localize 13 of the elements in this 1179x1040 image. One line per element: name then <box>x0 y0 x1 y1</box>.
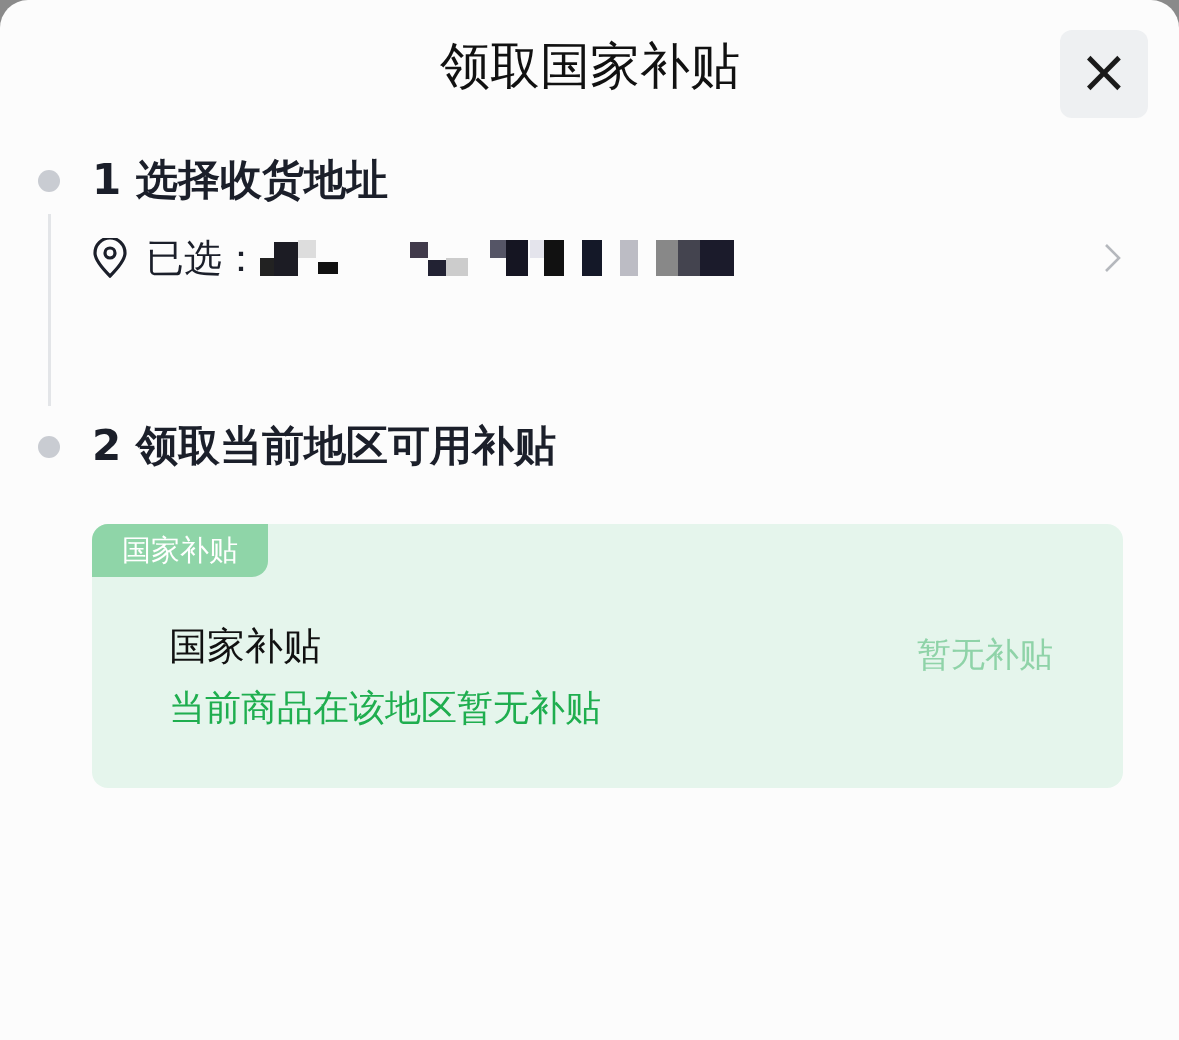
card-message: 当前商品在该地区暂无补贴 <box>169 686 602 730</box>
step-dot <box>38 170 60 192</box>
close-button[interactable]: × <box>1060 30 1148 118</box>
selected-address: 已选： <box>146 234 260 282</box>
step-dot <box>38 436 60 458</box>
subsidy-status: 暂无补贴 <box>917 633 1053 676</box>
card-title: 国家补贴 <box>169 623 322 670</box>
step-title: 1 选择收货地址 <box>92 154 389 206</box>
card-tag: 国家补贴 <box>92 524 268 577</box>
step-title: 2 领取当前地区可用补贴 <box>92 420 557 472</box>
location-pin-icon <box>92 238 128 278</box>
sheet-title: 领取国家补贴 <box>439 35 740 97</box>
chevron-right-icon[interactable] <box>1104 243 1122 273</box>
